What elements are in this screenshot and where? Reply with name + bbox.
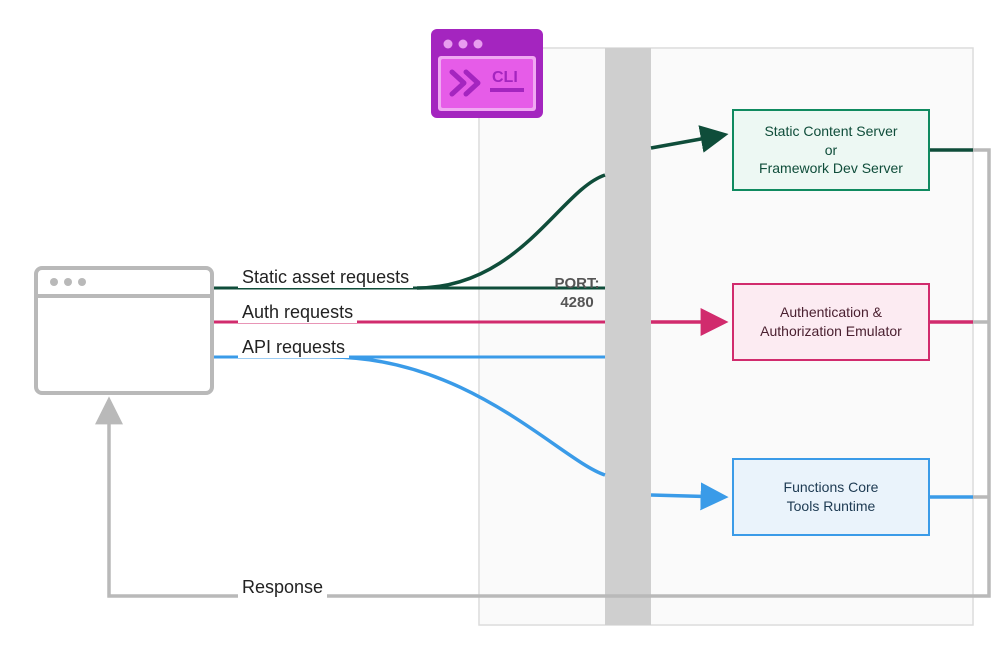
- browser-icon: [36, 268, 212, 393]
- label-auth-requests: Auth requests: [238, 302, 357, 323]
- port-label-text: PORT:: [555, 275, 600, 292]
- port-label: PORT: 4280: [549, 275, 605, 313]
- label-response: Response: [238, 577, 327, 598]
- service-functions-runtime: Functions Core Tools Runtime: [732, 458, 930, 536]
- cli-badge-label: CLI: [492, 69, 518, 86]
- service-auth-emulator: Authentication & Authorization Emulator: [732, 283, 930, 361]
- port-bar: [605, 48, 651, 625]
- service-static-content: Static Content Server or Framework Dev S…: [732, 109, 930, 191]
- service-static-line1: Static Content Server: [759, 122, 903, 141]
- service-functions-line2: Tools Runtime: [784, 497, 879, 516]
- service-functions-line1: Functions Core: [784, 478, 879, 497]
- service-static-line3: Framework Dev Server: [759, 159, 903, 178]
- cli-badge-icon: CLI: [431, 29, 543, 118]
- port-value: 4280: [560, 294, 593, 311]
- flow-api-arrow: [651, 495, 723, 497]
- service-static-line2: or: [759, 141, 903, 160]
- service-auth-text: Authentication & Authorization Emulator: [744, 303, 918, 341]
- label-api-requests: API requests: [238, 337, 349, 358]
- label-static-requests: Static asset requests: [238, 267, 413, 288]
